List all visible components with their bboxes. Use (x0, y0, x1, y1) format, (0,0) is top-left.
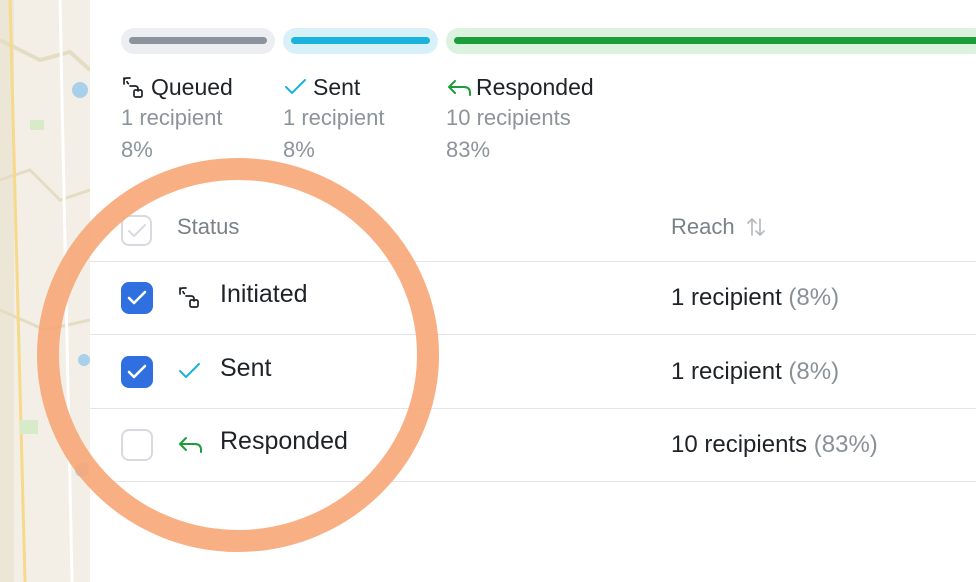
sort-icon[interactable] (745, 215, 767, 239)
row-reach-count: 1 recipient (671, 358, 782, 385)
row-reach-pct: (8%) (788, 358, 840, 385)
queued-icon (121, 75, 151, 99)
table-row[interactable]: Sent 1 recipient (8%) (90, 336, 976, 409)
select-all-checkbox[interactable] (121, 215, 152, 246)
legend-sent: Sent 1 recipient 8% (283, 72, 385, 166)
legend-queued-count: 1 recipient (121, 105, 223, 130)
legend-queued-pct: 8% (121, 137, 153, 162)
row-reach-count: 10 recipients (671, 431, 808, 458)
status-column-header[interactable]: Status (177, 214, 239, 240)
legend-responded-count: 10 recipients (446, 105, 571, 130)
row-reach-value: 1 recipient (8%) (671, 358, 839, 386)
table-header: Status Reach (90, 200, 976, 262)
row-status-label: Sent (220, 354, 272, 382)
legend-queued-label: Queued (151, 73, 233, 100)
legend-responded-label: Responded (476, 73, 594, 100)
legend-queued: Queued 1 recipient 8% (121, 72, 233, 166)
row-checkbox[interactable] (121, 356, 153, 388)
row-reach-count: 1 recipient (671, 284, 782, 311)
map-background (0, 0, 90, 582)
row-status-label: Responded (220, 427, 348, 455)
row-reach-value: 10 recipients (83%) (671, 431, 878, 459)
legend-responded: Responded 10 recipients 83% (446, 72, 594, 166)
queued-progress-bar (121, 28, 275, 54)
table-row[interactable]: Responded 10 recipients (83%) (90, 409, 976, 482)
sent-progress-bar (283, 28, 438, 54)
table-row[interactable]: Initiated 1 recipient (8%) (90, 262, 976, 335)
row-reach-pct: (83%) (813, 431, 878, 458)
legend-sent-label: Sent (313, 73, 361, 100)
reply-icon (177, 431, 207, 459)
campaign-status-panel: Queued 1 recipient 8% Sent 1 recipient 8… (90, 0, 976, 582)
legend-sent-count: 1 recipient (283, 105, 385, 130)
row-reach-value: 1 recipient (8%) (671, 284, 839, 312)
row-checkbox[interactable] (121, 282, 153, 314)
responded-progress-bar (446, 28, 976, 54)
check-icon (177, 358, 207, 386)
row-status-label: Initiated (220, 280, 308, 308)
reach-column-label: Reach (671, 214, 735, 239)
legend-sent-pct: 8% (283, 137, 315, 162)
row-checkbox[interactable] (121, 429, 153, 461)
check-icon (283, 75, 313, 99)
legend-responded-pct: 83% (446, 137, 491, 162)
reply-icon (446, 75, 476, 99)
row-reach-pct: (8%) (788, 284, 840, 311)
reach-column-header[interactable]: Reach (671, 214, 767, 240)
queued-icon (177, 284, 207, 312)
